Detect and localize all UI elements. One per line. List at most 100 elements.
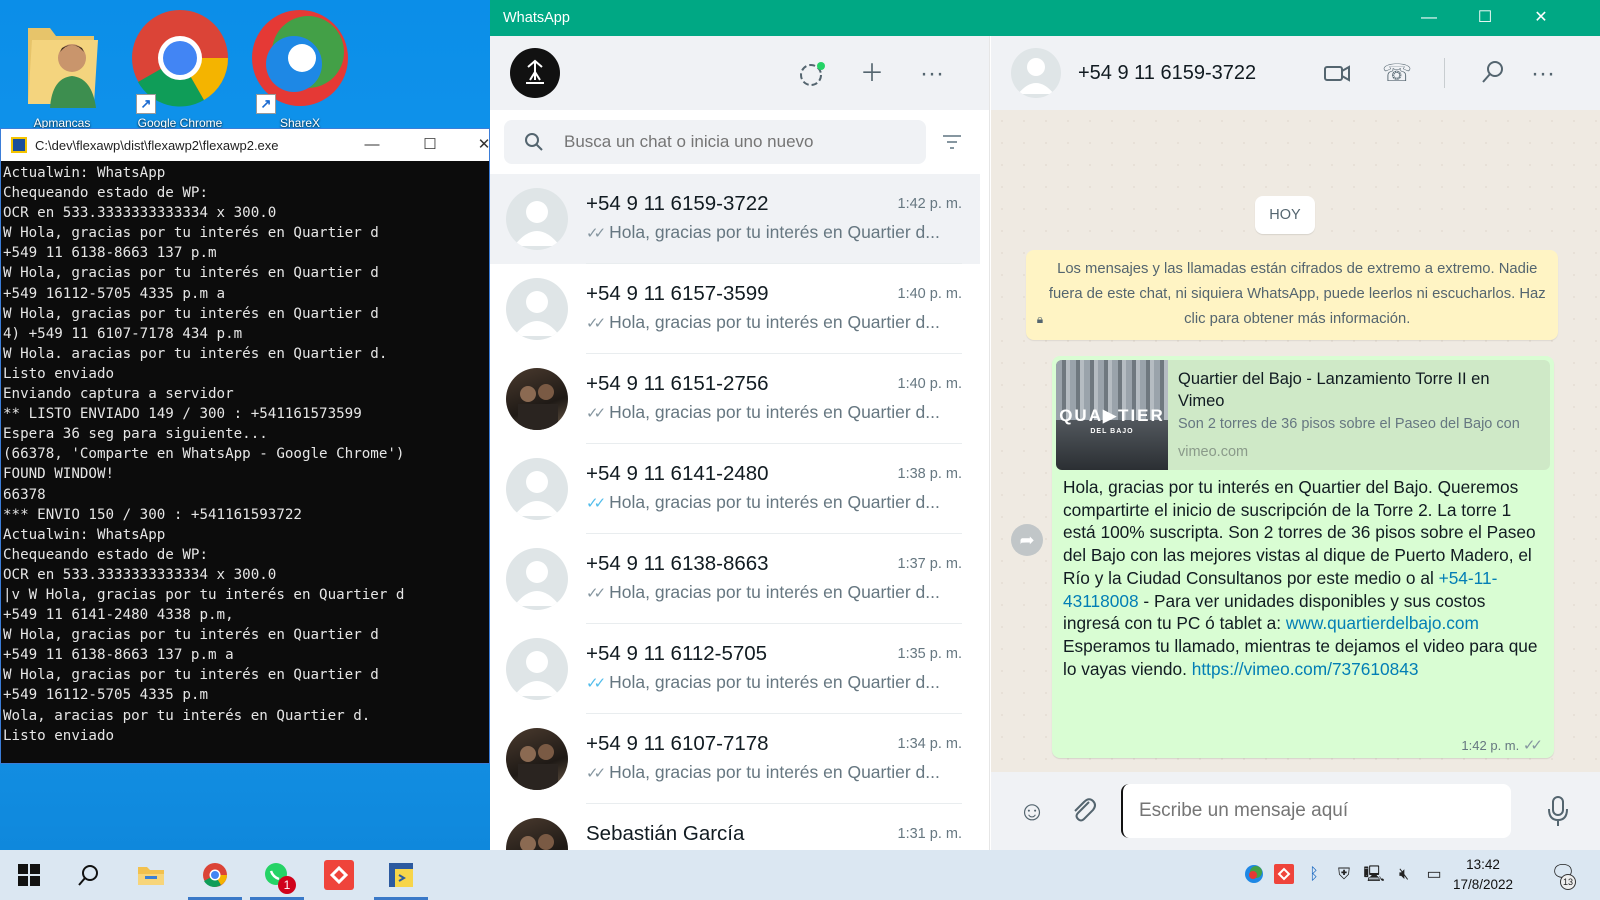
compose-bar: ☺ bbox=[991, 772, 1600, 850]
search-box[interactable] bbox=[504, 120, 926, 164]
chat-avatar[interactable] bbox=[506, 458, 568, 520]
chat-avatar[interactable] bbox=[506, 368, 568, 430]
close-button[interactable]: ✕ bbox=[1513, 0, 1569, 36]
message-bubble[interactable]: QUA▶TIER DEL BAJO Quartier del Bajo - La… bbox=[1052, 356, 1554, 758]
filter-icon[interactable] bbox=[940, 130, 964, 154]
search-input[interactable] bbox=[564, 132, 904, 152]
double-check-icon: ✓✓ bbox=[586, 765, 606, 782]
chat-list-item[interactable]: +54 9 11 6112-5705 1:35 p. m. ✓✓ Hola, grac… bbox=[490, 624, 980, 714]
forward-icon[interactable]: ➦ bbox=[1011, 524, 1043, 556]
chat-list-item[interactable]: +54 9 11 6141-2480 1:38 p. m. ✓✓ Hola, grac… bbox=[490, 444, 980, 534]
chat-avatar[interactable] bbox=[506, 728, 568, 790]
conversation-header[interactable]: +54 9 11 6159-3722 ☏ ··· bbox=[991, 36, 1600, 110]
attach-icon[interactable] bbox=[1065, 794, 1099, 828]
folder-user-icon bbox=[28, 28, 98, 108]
status-icon[interactable] bbox=[796, 58, 828, 90]
message-text: Hola, gracias por tu interés en Quartier… bbox=[1063, 476, 1543, 680]
chat-list: +54 9 11 6159-3722 1:42 p. m. ✓✓ Hola, grac… bbox=[490, 174, 980, 850]
console-line: Wola, aracias por tu interés en Quartier… bbox=[3, 707, 371, 724]
double-check-icon: ✓✓ bbox=[586, 405, 606, 422]
system-tray: ᛒ ⛨ 🖳︎ 🔇︎ ▭ 13:42 17/8/2022 🗨︎ 13 bbox=[0, 850, 1600, 900]
console-line: Actualwin: WhatsApp bbox=[3, 165, 166, 181]
notification-center-icon[interactable]: 🗨︎ 13 bbox=[1546, 862, 1580, 890]
chat-avatar[interactable] bbox=[506, 548, 568, 610]
minimize-button[interactable]: — bbox=[349, 129, 395, 161]
chat-list-item[interactable]: +54 9 11 6157-3599 1:40 p. m. ✓✓ Hola, grac… bbox=[490, 264, 980, 354]
new-chat-icon[interactable]: ＋ bbox=[856, 58, 888, 90]
security-shield-icon[interactable]: ⛨ bbox=[1333, 864, 1355, 886]
minimize-button[interactable]: — bbox=[1401, 0, 1457, 36]
video-link[interactable]: https://vimeo.com/737610843 bbox=[1192, 659, 1419, 679]
search-row bbox=[490, 110, 989, 174]
menu-icon[interactable]: ··· bbox=[1527, 58, 1559, 90]
chat-list-panel: ＋ ··· +54 9 11 6159-37221:42 p. m.✓✓Hola… bbox=[490, 36, 990, 850]
emoji-icon[interactable]: ☺ bbox=[1015, 794, 1049, 828]
profile-avatar[interactable] bbox=[510, 48, 560, 98]
chat-preview: ✓✓ Hola, gracias por tu interés en Quarti… bbox=[586, 402, 956, 423]
microphone-icon[interactable] bbox=[1541, 794, 1575, 828]
video-thumbnail[interactable]: QUA▶TIER DEL BAJO bbox=[1056, 360, 1168, 470]
chat-avatar[interactable] bbox=[506, 638, 568, 700]
console-window[interactable]: C:\dev\flexawp\dist\flexawp2\flexawp2.ex… bbox=[0, 128, 490, 764]
desktop-icon-chrome[interactable]: ↗ Google Chrome bbox=[128, 8, 232, 130]
chat-preview: ✓✓ Hola, gracias por tu interés en Quarti… bbox=[586, 222, 956, 243]
console-line: 4) +549 11 6107-7178 434 p.m bbox=[3, 325, 243, 342]
console-line: W Hola, gracias por tu interés en Quarti… bbox=[3, 627, 379, 644]
chrome-tray-icon[interactable] bbox=[1243, 864, 1265, 886]
bluetooth-icon[interactable]: ᛒ bbox=[1303, 864, 1325, 886]
thumbnail-title: QUA▶TIER bbox=[1059, 406, 1165, 425]
chat-avatar[interactable] bbox=[506, 278, 568, 340]
chat-preview-text: Hola, gracias por tu interés en Quartier… bbox=[609, 492, 940, 512]
console-line: ** LISTO ENVIADO 149 / 300 : +5411615735… bbox=[3, 406, 362, 423]
search-icon[interactable] bbox=[1477, 58, 1509, 90]
messages-area: HOY 🔒︎ Los mensajes y las llamadas están… bbox=[991, 110, 1600, 772]
chat-name: +54 9 11 6157-3599 bbox=[586, 282, 769, 305]
volume-muted-icon[interactable]: 🔇︎ bbox=[1393, 864, 1415, 886]
chat-list-item[interactable]: Sebastián García 1:31 p. m. bbox=[490, 804, 980, 850]
chat-body: +54 9 11 6157-3599 1:40 p. m. ✓✓ Hola, grac… bbox=[586, 264, 962, 354]
website-link[interactable]: www.quartierdelbajo.com bbox=[1286, 613, 1479, 633]
clock[interactable]: 13:42 17/8/2022 bbox=[1433, 855, 1533, 895]
menu-icon[interactable]: ··· bbox=[916, 58, 948, 90]
chat-time: 1:35 p. m. bbox=[897, 646, 962, 662]
chat-list-item[interactable]: +54 9 11 6151-2756 1:40 p. m. ✓✓ Hola, grac… bbox=[490, 354, 980, 444]
voice-call-icon[interactable]: ☏ bbox=[1381, 58, 1413, 90]
console-line: 66378 bbox=[3, 486, 46, 503]
encryption-notice[interactable]: 🔒︎ Los mensajes y las llamadas están cif… bbox=[1026, 250, 1558, 340]
whatsapp-titlebar[interactable]: WhatsApp — ☐ ✕ bbox=[490, 0, 1600, 36]
console-titlebar[interactable]: C:\dev\flexawp\dist\flexawp2\flexawp2.ex… bbox=[1, 129, 490, 161]
video-call-icon[interactable] bbox=[1321, 58, 1353, 90]
desktop-icon-sharex[interactable]: ↗ ShareX bbox=[248, 8, 352, 130]
chat-time: 1:37 p. m. bbox=[897, 556, 962, 572]
chat-time: 1:34 p. m. bbox=[897, 736, 962, 752]
header-divider bbox=[1444, 58, 1445, 88]
whatsapp-window[interactable]: WhatsApp — ☐ ✕ ＋ ··· +54 9 11 61 bbox=[490, 0, 1600, 850]
console-line: Listo enviado bbox=[3, 727, 115, 744]
chat-name: +54 9 11 6112-5705 bbox=[586, 642, 768, 665]
contact-avatar[interactable] bbox=[1011, 48, 1061, 98]
chat-time: 1:38 p. m. bbox=[897, 466, 962, 482]
message-input[interactable] bbox=[1121, 784, 1511, 838]
chat-preview: ✓✓ Hola, gracias por tu interés en Quarti… bbox=[586, 492, 956, 513]
chat-list-item[interactable]: +54 9 11 6107-7178 1:34 p. m. ✓✓ Hola, grac… bbox=[490, 714, 980, 804]
console-line: +549 11 6138-8663 137 p.m a bbox=[3, 647, 234, 664]
date-chip: HOY bbox=[1255, 196, 1315, 234]
desktop-icon-apmancas[interactable]: Apmancas bbox=[10, 8, 114, 130]
double-check-icon: ✓✓ bbox=[1522, 737, 1543, 754]
chat-avatar[interactable] bbox=[506, 188, 568, 250]
maximize-button[interactable]: ☐ bbox=[407, 129, 453, 161]
link-preview[interactable]: QUA▶TIER DEL BAJO Quartier del Bajo - La… bbox=[1056, 360, 1550, 470]
anydesk-tray-icon[interactable] bbox=[1273, 864, 1295, 886]
console-line: Chequeando estado de WP: bbox=[3, 546, 208, 563]
conversation-panel: +54 9 11 6159-3722 ☏ ··· HOY 🔒︎ Los mens… bbox=[991, 36, 1600, 850]
chat-list-item[interactable]: +54 9 11 6138-8663 1:37 p. m. ✓✓ Hola, grac… bbox=[490, 534, 980, 624]
clock-date: 17/8/2022 bbox=[1452, 877, 1514, 892]
chat-time: 1:31 p. m. bbox=[897, 826, 962, 842]
preview-title: Quartier del Bajo - Lanzamiento Torre II… bbox=[1178, 370, 1490, 410]
contact-name[interactable]: +54 9 11 6159-3722 bbox=[1078, 62, 1256, 85]
window-title: WhatsApp bbox=[503, 10, 570, 26]
chat-list-item[interactable]: +54 9 11 6159-3722 1:42 p. m. ✓✓ Hola, grac… bbox=[490, 174, 980, 264]
chat-avatar[interactable] bbox=[506, 818, 568, 850]
network-icon[interactable]: 🖳︎ bbox=[1363, 864, 1385, 886]
maximize-button[interactable]: ☐ bbox=[1457, 0, 1513, 36]
